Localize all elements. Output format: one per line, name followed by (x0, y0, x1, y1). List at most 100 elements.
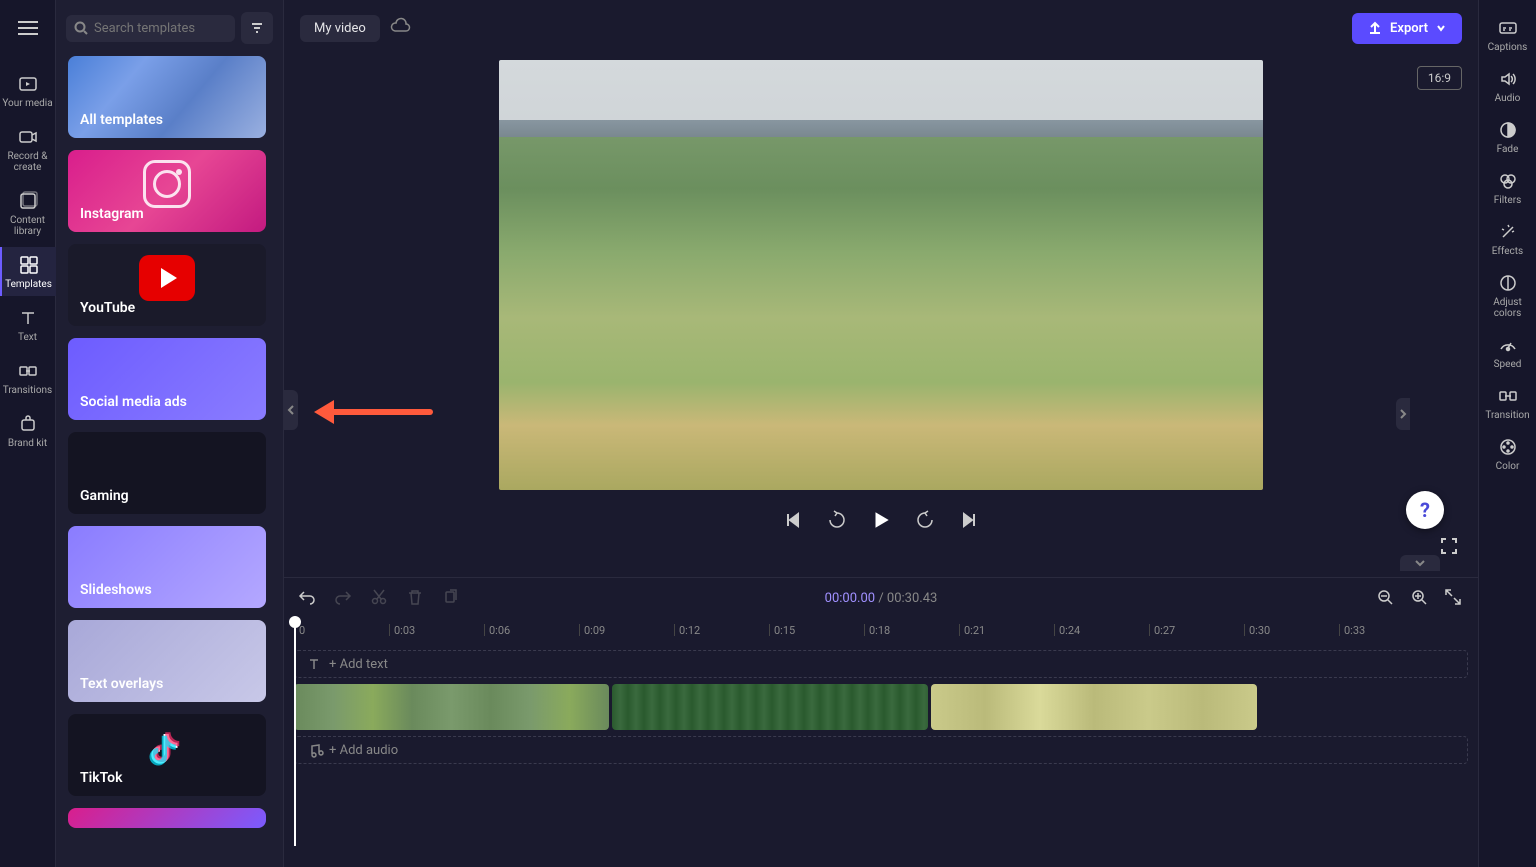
rail-label: Transitions (3, 385, 52, 396)
ruler-mark: 0:15 (769, 624, 795, 636)
chevron-right-icon (1399, 409, 1407, 419)
timeline: 00:00.00 / 00:30.43 00:030:060:090:120:1… (284, 577, 1478, 867)
redo-button[interactable] (334, 588, 354, 608)
card-gaming[interactable]: Gaming (68, 432, 266, 514)
ruler-mark: 0:24 (1054, 624, 1080, 636)
clip-3[interactable] (931, 684, 1257, 730)
right-panel-collapse[interactable] (1396, 398, 1410, 430)
card-youtube[interactable]: YouTube (68, 244, 266, 326)
music-icon (307, 743, 321, 757)
ruler-mark: 0:18 (864, 624, 890, 636)
time-ruler[interactable]: 00:030:060:090:120:150:180:210:240:270:3… (294, 618, 1468, 646)
right-speed[interactable]: Speed (1479, 327, 1536, 376)
ruler-mark: 0:03 (389, 624, 415, 636)
clip-2[interactable] (612, 684, 928, 730)
rail-your-media[interactable]: Your media (0, 66, 56, 115)
rail-text[interactable]: Text (0, 300, 56, 349)
right-effects[interactable]: Effects (1479, 214, 1536, 263)
ruler-mark: 0:33 (1339, 624, 1365, 636)
youtube-icon (139, 256, 195, 300)
rail-label: Templates (5, 279, 52, 290)
brand-kit-icon (18, 414, 38, 434)
card-more[interactable] (68, 808, 266, 828)
right-label: Transition (1485, 410, 1529, 421)
right-rail: Captions Audio Fade Filters Effects Adju… (1478, 0, 1536, 867)
add-audio-track[interactable]: + Add audio (294, 736, 1468, 764)
video-preview[interactable] (499, 60, 1263, 490)
clip-1[interactable] (294, 684, 609, 730)
right-adjust-colors[interactable]: Adjust colors (1479, 265, 1536, 325)
template-cards[interactable]: All templates Instagram YouTube Social m… (56, 56, 283, 867)
fullscreen-button[interactable] (1440, 537, 1458, 559)
instagram-icon (139, 162, 195, 206)
text-icon (18, 308, 38, 328)
right-audio[interactable]: Audio (1479, 61, 1536, 110)
right-label: Fade (1497, 144, 1519, 155)
duplicate-button[interactable] (442, 588, 462, 608)
upload-icon (1368, 21, 1382, 35)
video-track[interactable] (294, 684, 1468, 730)
help-button[interactable]: ? (1406, 491, 1444, 529)
transitions-icon (18, 361, 38, 381)
timeline-expand[interactable] (1400, 555, 1440, 571)
search-box[interactable] (66, 15, 235, 42)
filter-icon (250, 21, 264, 35)
card-label: Slideshows (80, 582, 152, 598)
search-icon (74, 21, 88, 35)
card-slideshows[interactable]: Slideshows (68, 526, 266, 608)
filter-button[interactable] (241, 12, 273, 44)
rail-templates[interactable]: Templates (0, 247, 56, 296)
library-icon (18, 191, 38, 211)
card-label: YouTube (80, 300, 135, 316)
right-transition[interactable]: Transition (1479, 378, 1536, 427)
export-button[interactable]: Export (1352, 13, 1462, 44)
right-color[interactable]: Color (1479, 429, 1536, 478)
rail-brand-kit[interactable]: Brand kit (0, 406, 56, 455)
right-label: Filters (1494, 195, 1522, 206)
right-fade[interactable]: Fade (1479, 112, 1536, 161)
time-display: 00:00.00 / 00:30.43 (825, 591, 938, 606)
total-duration: 00:30.43 (887, 591, 937, 606)
skip-back-button[interactable] (825, 508, 849, 532)
right-label: Effects (1492, 246, 1523, 257)
add-text-label: + Add text (329, 657, 388, 672)
cut-button[interactable] (370, 588, 390, 608)
templates-panel: All templates Instagram YouTube Social m… (56, 0, 284, 867)
undo-button[interactable] (298, 588, 318, 608)
delete-button[interactable] (406, 588, 426, 608)
right-captions[interactable]: Captions (1479, 10, 1536, 59)
zoom-out-button[interactable] (1376, 588, 1396, 608)
ruler-mark: 0:27 (1149, 624, 1175, 636)
play-button[interactable] (869, 508, 893, 532)
card-all-templates[interactable]: All templates (68, 56, 266, 138)
topbar: My video Export (284, 0, 1478, 56)
fit-button[interactable] (1444, 588, 1464, 608)
panel-collapse[interactable] (284, 390, 298, 430)
rail-transitions[interactable]: Transitions (0, 353, 56, 402)
card-tiktok[interactable]: TikTok (68, 714, 266, 796)
tiktok-icon (139, 726, 195, 770)
skip-fwd-button[interactable] (913, 508, 937, 532)
add-text-track[interactable]: + Add text (294, 650, 1468, 678)
menu-button[interactable] (12, 12, 44, 44)
ruler-mark: 0:30 (1244, 624, 1270, 636)
rail-content-library[interactable]: Content library (0, 183, 56, 243)
right-label: Speed (1494, 359, 1522, 370)
right-label: Adjust colors (1479, 297, 1536, 319)
rail-record[interactable]: Record & create (0, 119, 56, 179)
main-area: My video Export 16:9 ? (284, 0, 1478, 867)
right-filters[interactable]: Filters (1479, 163, 1536, 212)
aspect-ratio[interactable]: 16:9 (1417, 66, 1462, 90)
annotation-arrow (310, 400, 440, 438)
zoom-in-button[interactable] (1410, 588, 1430, 608)
preview-area: 16:9 ? (284, 56, 1478, 577)
search-input[interactable] (94, 21, 227, 36)
card-text-overlays[interactable]: Text overlays (68, 620, 266, 702)
next-button[interactable] (957, 508, 981, 532)
rail-label: Text (18, 332, 37, 343)
prev-button[interactable] (781, 508, 805, 532)
card-social-media[interactable]: Social media ads (68, 338, 266, 420)
playhead[interactable] (294, 618, 296, 846)
project-title[interactable]: My video (300, 15, 380, 42)
card-instagram[interactable]: Instagram (68, 150, 266, 232)
